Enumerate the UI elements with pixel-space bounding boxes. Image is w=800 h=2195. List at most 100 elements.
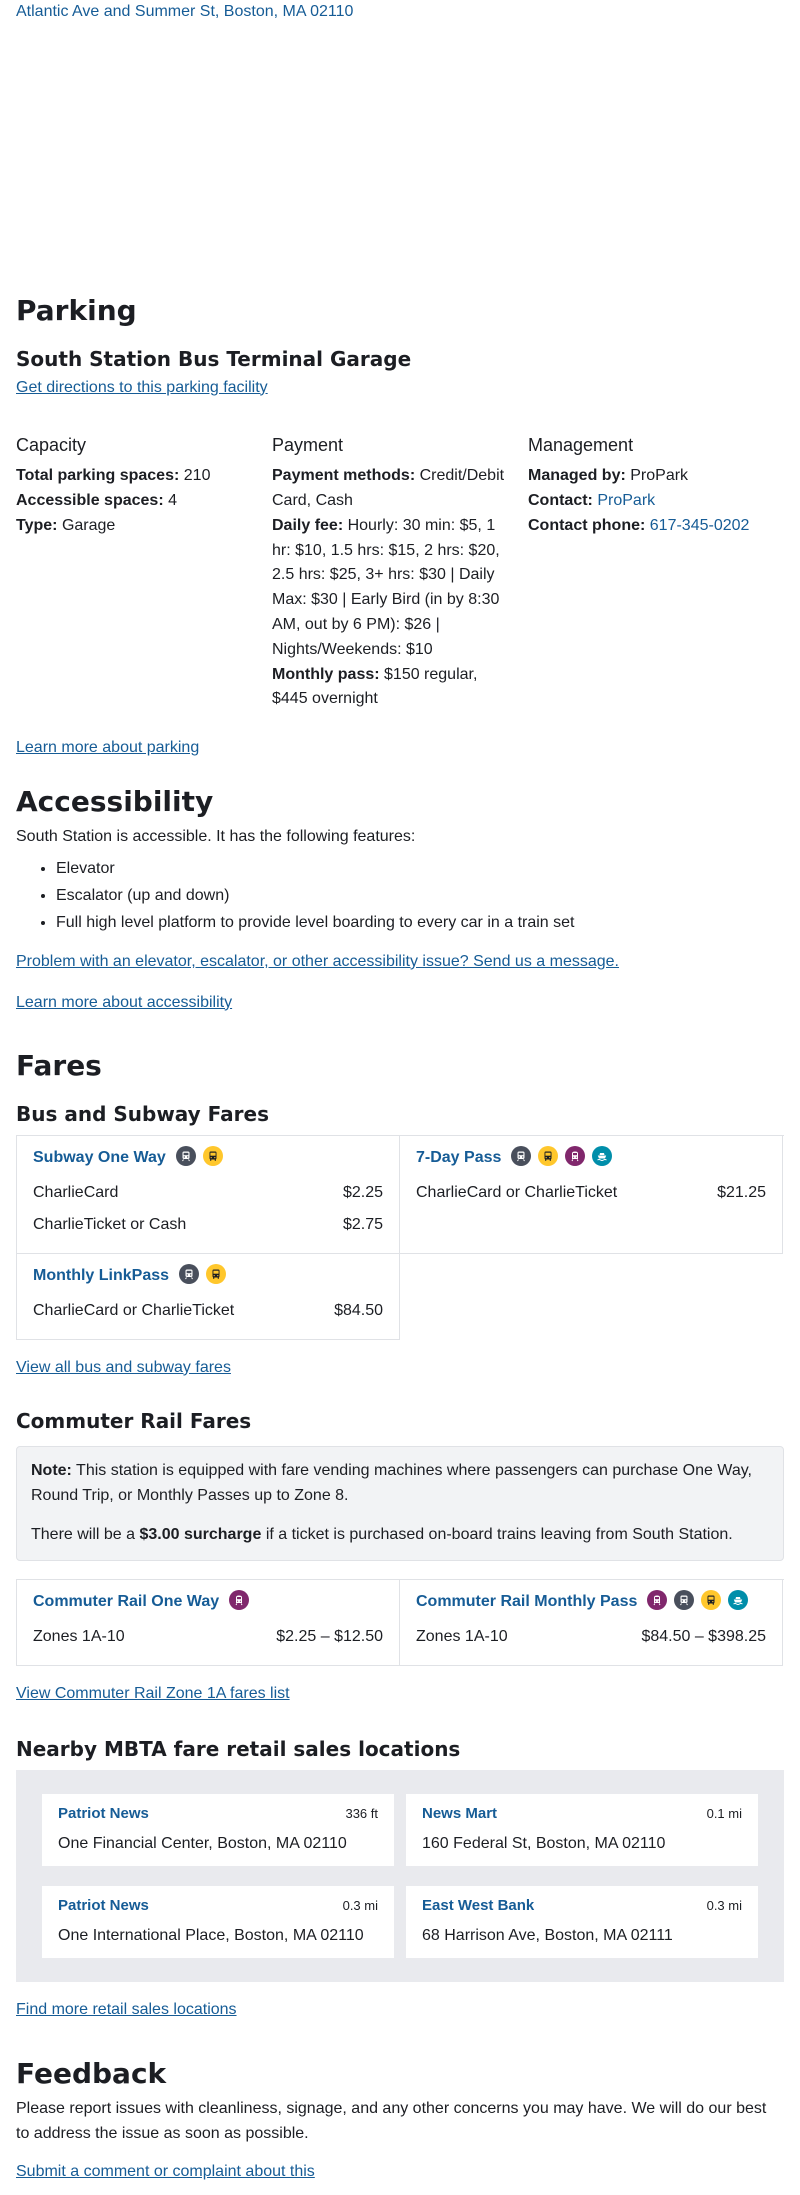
commuter-rail-icon	[229, 1589, 250, 1610]
fare-label: CharlieCard or CharlieTicket	[33, 1301, 235, 1319]
fare-card-monthly-linkpass: Monthly LinkPass CharlieCard or CharlieT…	[17, 1253, 400, 1340]
fare-title: 7-Day Pass	[416, 1149, 502, 1167]
retail-distance: 0.1 mi	[706, 1806, 742, 1822]
submit-feedback-link[interactable]: Submit a comment or complaint about this	[16, 2163, 315, 2180]
surcharge-amount: $3.00 surcharge	[139, 1526, 262, 1543]
commuter-rail-note: Note: This station is equipped with fare…	[16, 1446, 784, 1561]
fare-card-7-day-pass: 7-Day Pass CharlieCard or CharlieTicket $…	[400, 1136, 783, 1254]
retail-name[interactable]: News Mart	[422, 1802, 497, 1825]
fare-title: Commuter Rail One Way	[33, 1592, 220, 1610]
retail-address: One Financial Center, Boston, MA 02110	[58, 1834, 347, 1852]
ferry-icon	[728, 1589, 749, 1610]
feature-item: Full high level platform to provide leve…	[56, 911, 784, 936]
commuter-rail-fare-grid: Commuter Rail One Way Zones 1A-10 $2.25 –…	[16, 1578, 784, 1666]
parking-management: Management Managed by: ProPark Contact: …	[528, 432, 784, 712]
commuter-rail-icon	[565, 1146, 586, 1167]
bus-icon	[206, 1263, 227, 1284]
fares-section: Fares Bus and Subway Fares Subway One Wa…	[16, 1049, 784, 1706]
retail-distance: 0.3 mi	[706, 1898, 742, 1914]
fare-price: $2.25 – $12.50	[276, 1627, 383, 1645]
parking-details: Capacity Total parking spaces: 210 Acces…	[16, 432, 784, 712]
accessibility-problem-link[interactable]: Problem with an elevator, escalator, or …	[16, 950, 784, 975]
fares-heading: Fares	[16, 1049, 102, 1083]
bus-icon	[538, 1146, 559, 1167]
fare-row: Zones 1A-10 $2.25 – $12.50	[33, 1621, 383, 1653]
feedback-heading: Feedback	[16, 2057, 167, 2091]
contact-phone-link[interactable]: 617-345-0202	[650, 517, 750, 534]
retail-location-card: East West Bank 0.3 mi 68 Harrison Ave, Bo…	[406, 1886, 758, 1959]
accessibility-section: Accessibility South Station is accessibl…	[16, 785, 784, 1015]
feedback-section: Feedback Please report issues with clean…	[16, 2057, 784, 2185]
parking-capacity: Capacity Total parking spaces: 210 Acces…	[16, 432, 272, 712]
parking-heading: Parking	[16, 294, 137, 327]
station-page: Atlantic Ave and Summer St, Boston, MA 0…	[0, 0, 800, 2185]
managed-by-value: ProPark	[630, 467, 689, 485]
accessible-spaces-value: 4	[168, 492, 178, 510]
subway-icon	[511, 1146, 532, 1167]
note-text: This station is equipped with fare vendi…	[31, 1462, 752, 1505]
bus-subway-fares-heading: Bus and Subway Fares	[16, 1102, 269, 1127]
fare-label: CharlieCard or CharlieTicket	[416, 1183, 618, 1201]
bus-subway-fare-grid: Subway One Way CharlieCard $2.25 CharlieT…	[16, 1135, 784, 1340]
fare-price: $2.25	[342, 1183, 383, 1201]
retail-address: One International Place, Boston, MA 0211…	[58, 1926, 364, 1944]
accessibility-features: Elevator Escalator (up and down) Full hi…	[16, 857, 784, 935]
view-all-bus-subway-fares-link[interactable]: View all bus and subway fares	[16, 1356, 231, 1381]
view-commuter-rail-zone-link[interactable]: View Commuter Rail Zone 1A fares list	[16, 1682, 290, 1707]
bus-icon	[202, 1146, 223, 1167]
fare-title: Monthly LinkPass	[33, 1266, 170, 1284]
accessibility-intro: South Station is accessible. It has the …	[16, 827, 416, 845]
retail-name[interactable]: Patriot News	[58, 1802, 149, 1825]
retail-name[interactable]: East West Bank	[422, 1894, 534, 1917]
capacity-heading: Capacity	[16, 435, 87, 456]
parking-section: Parking South Station Bus Terminal Garag…	[16, 294, 784, 761]
total-spaces-value: 210	[183, 467, 211, 485]
fare-price: $2.75	[342, 1215, 383, 1233]
retail-distance: 336 ft	[345, 1806, 378, 1822]
retail-address: 160 Federal St, Boston, MA 02110	[422, 1834, 666, 1852]
map-placeholder	[16, 24, 784, 294]
retail-heading: Nearby MBTA fare retail sales locations	[16, 1737, 461, 1762]
daily-fee-value: Hourly: 30 min: $5, 1 hr: $10, 1.5 hrs: …	[272, 516, 500, 658]
fare-card-commuter-rail-one-way: Commuter Rail One Way Zones 1A-10 $2.25 –…	[17, 1579, 400, 1666]
fare-price: $84.50	[334, 1301, 383, 1319]
parking-directions-link[interactable]: Get directions to this parking facility	[16, 379, 268, 396]
fare-title: Commuter Rail Monthly Pass	[416, 1592, 638, 1610]
bus-icon	[701, 1589, 722, 1610]
surcharge-pre: There will be a	[31, 1526, 136, 1543]
retail-name[interactable]: Patriot News	[58, 1894, 149, 1917]
daily-fee-label: Daily fee:	[272, 516, 344, 534]
feedback-text: Please report issues with cleanliness, s…	[16, 2099, 767, 2142]
total-spaces-label: Total parking spaces:	[16, 467, 180, 485]
retail-distance: 0.3 mi	[342, 1898, 378, 1914]
fare-row: CharlieTicket or Cash $2.75	[33, 1209, 383, 1241]
parking-facility-name: South Station Bus Terminal Garage	[16, 346, 412, 371]
commuter-rail-fares-heading: Commuter Rail Fares	[16, 1409, 252, 1434]
subway-icon	[175, 1146, 196, 1167]
parking-payment: Payment Payment methods: Credit/Debit Ca…	[272, 432, 528, 712]
fare-price: $21.25	[717, 1183, 766, 1201]
managed-by-label: Managed by:	[528, 467, 626, 485]
note-label: Note:	[31, 1462, 72, 1480]
contact-link[interactable]: ProPark	[597, 492, 655, 509]
fare-label: Zones 1A-10	[416, 1627, 508, 1645]
station-address-link[interactable]: Atlantic Ave and Summer St, Boston, MA 0…	[16, 0, 784, 24]
subway-icon	[179, 1263, 200, 1284]
payment-methods-label: Payment methods:	[272, 467, 416, 485]
fare-label: CharlieTicket or Cash	[33, 1215, 187, 1233]
retail-grid: Patriot News 336 ft One Financial Center,…	[42, 1794, 758, 1959]
learn-more-accessibility-link[interactable]: Learn more about accessibility	[16, 994, 232, 1011]
subway-icon	[674, 1589, 695, 1610]
retail-location-card: News Mart 0.1 mi 160 Federal St, Boston, …	[406, 1794, 758, 1867]
fare-row: CharlieCard $2.25	[33, 1177, 383, 1209]
management-heading: Management	[528, 435, 634, 456]
find-more-retail-link[interactable]: Find more retail sales locations	[16, 2001, 237, 2018]
fare-price: $84.50 – $398.25	[641, 1627, 766, 1645]
parking-type-value: Garage	[61, 516, 116, 534]
retail-location-card: Patriot News 0.3 mi One International Pla…	[42, 1886, 394, 1959]
fare-card-commuter-rail-monthly: Commuter Rail Monthly Pass Zones 1A-10 $8…	[400, 1579, 783, 1666]
fare-card-empty	[400, 1254, 783, 1340]
commuter-rail-icon	[647, 1589, 668, 1610]
feature-item: Elevator	[56, 857, 784, 882]
learn-more-parking-link[interactable]: Learn more about parking	[16, 736, 199, 761]
